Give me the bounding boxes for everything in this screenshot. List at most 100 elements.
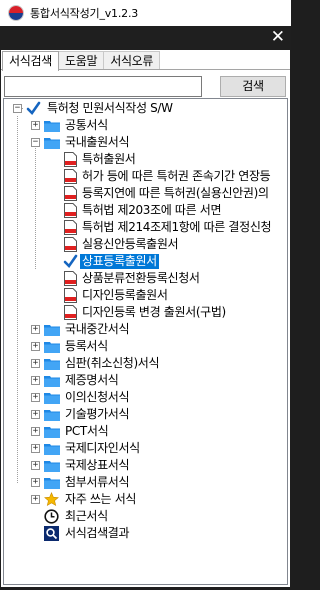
tree-label: 상품분류전환등록신청서 bbox=[82, 271, 200, 285]
tree-node-folder[interactable]: + 제증명서식 bbox=[4, 372, 287, 389]
expand-toggle[interactable]: + bbox=[31, 461, 40, 470]
expand-toggle[interactable]: + bbox=[31, 359, 40, 368]
tree-node-form[interactable]: 허가 등에 따른 특허권 존속기간 연장등 bbox=[4, 168, 287, 185]
expand-toggle[interactable]: + bbox=[31, 410, 40, 419]
tree-label: 첨부서류서식 bbox=[65, 475, 130, 489]
star-icon bbox=[44, 492, 59, 507]
document-icon bbox=[64, 152, 77, 167]
document-icon bbox=[64, 288, 77, 303]
folder-icon bbox=[44, 342, 60, 353]
tree-label: 국내중간서식 bbox=[65, 322, 130, 336]
folder-icon bbox=[44, 444, 60, 455]
tree-label: 국제디자인서식 bbox=[65, 441, 140, 455]
tree-label: 최근서식 bbox=[65, 509, 108, 523]
tree-node-folder[interactable]: + 기술평가서식 bbox=[4, 406, 287, 423]
tree-node-folder[interactable]: + 이의신청서식 bbox=[4, 389, 287, 406]
search-panel: 서식검색 도움말 서식오류 검색 − 특허청 민원서식작성 S/W + 공통서식 bbox=[1, 50, 290, 587]
tree-label: 실용신안등록출원서 bbox=[82, 237, 179, 251]
tree-node-form[interactable]: 상품분류전환등록신청서 bbox=[4, 270, 287, 287]
search-input[interactable] bbox=[4, 76, 202, 97]
document-icon bbox=[64, 237, 77, 252]
form-tree[interactable]: − 특허청 민원서식작성 S/W + 공통서식 − 국내출원서식 특허출원서 허… bbox=[3, 98, 288, 585]
check-icon bbox=[26, 101, 41, 116]
tree-node-folder[interactable]: + PCT서식 bbox=[4, 423, 287, 440]
tree-node-root[interactable]: − 특허청 민원서식작성 S/W bbox=[4, 100, 287, 117]
close-icon[interactable]: ✕ bbox=[271, 27, 285, 47]
tree-label: 자주 쓰는 서식 bbox=[65, 492, 137, 506]
tree-label: 특허출원서 bbox=[82, 152, 136, 166]
tree-node-folder[interactable]: + 국내중간서식 bbox=[4, 321, 287, 338]
document-icon bbox=[64, 203, 77, 218]
folder-icon bbox=[44, 393, 60, 404]
search-button[interactable]: 검색 bbox=[220, 76, 286, 97]
expand-toggle[interactable]: + bbox=[31, 427, 40, 436]
tree-node-folder[interactable]: − 국내출원서식 bbox=[4, 134, 287, 151]
expand-toggle[interactable]: + bbox=[31, 121, 40, 130]
clock-icon bbox=[44, 509, 59, 524]
tab-help[interactable]: 도움말 bbox=[57, 51, 105, 70]
tree-node-form[interactable]: 디자인등록 변경 출원서(구법) bbox=[4, 304, 287, 321]
tab-strip: 서식검색 도움말 서식오류 bbox=[2, 51, 161, 71]
panel-header: ✕ bbox=[0, 26, 291, 50]
document-icon bbox=[64, 220, 77, 235]
tree-node-folder[interactable]: + 첨부서류서식 bbox=[4, 474, 287, 491]
tree-node-search-results[interactable]: 서식검색결과 bbox=[4, 525, 287, 542]
tree-node-recent[interactable]: 최근서식 bbox=[4, 508, 287, 525]
folder-icon bbox=[44, 410, 60, 421]
tree-node-folder[interactable]: + 등록서식 bbox=[4, 338, 287, 355]
tree-label: 디자인등록 변경 출원서(구법) bbox=[82, 305, 226, 319]
tree-label: 특허청 민원서식작성 S/W bbox=[47, 101, 173, 115]
expand-toggle[interactable]: + bbox=[31, 478, 40, 487]
tab-form-errors[interactable]: 서식오류 bbox=[103, 51, 161, 70]
tree-label: 디자인등록출원서 bbox=[82, 288, 168, 302]
expand-toggle[interactable]: + bbox=[31, 444, 40, 453]
tree-label: 심판(취소신청)서식 bbox=[65, 356, 160, 370]
expand-toggle[interactable]: + bbox=[31, 342, 40, 351]
tree-node-folder[interactable]: + 공통서식 bbox=[4, 117, 287, 134]
tree-label: 기술평가서식 bbox=[65, 407, 130, 421]
tree-node-form-selected[interactable]: 상표등록출원서 bbox=[4, 253, 287, 270]
expand-toggle[interactable]: + bbox=[31, 393, 40, 402]
tree-node-form[interactable]: 실용신안등록출원서 bbox=[4, 236, 287, 253]
tree-label: 특허법 제214조제1항에 따른 결정신청 bbox=[82, 220, 272, 234]
tree-node-form[interactable]: 디자인등록출원서 bbox=[4, 287, 287, 304]
tree-node-form[interactable]: 특허법 제203조에 따른 서면 bbox=[4, 202, 287, 219]
folder-icon bbox=[44, 121, 60, 132]
expand-toggle[interactable]: + bbox=[31, 376, 40, 385]
folder-icon bbox=[44, 461, 60, 472]
folder-icon bbox=[44, 138, 60, 149]
tree-label: 이의신청서식 bbox=[65, 390, 130, 404]
search-icon bbox=[44, 526, 59, 541]
tree-node-form[interactable]: 특허법 제214조제1항에 따른 결정신청 bbox=[4, 219, 287, 236]
tree-node-favorites[interactable]: + 자주 쓰는 서식 bbox=[4, 491, 287, 508]
collapse-toggle[interactable]: − bbox=[13, 104, 22, 113]
document-icon bbox=[64, 305, 77, 320]
folder-icon bbox=[44, 427, 60, 438]
folder-icon bbox=[44, 376, 60, 387]
tree-label: 서식검색결과 bbox=[65, 526, 130, 540]
document-icon bbox=[64, 169, 77, 184]
check-icon bbox=[63, 254, 78, 269]
tree-node-folder[interactable]: + 심판(취소신청)서식 bbox=[4, 355, 287, 372]
title-bar: 통합서식작성기_v1.2.3 bbox=[0, 0, 291, 26]
tree-node-form[interactable]: 등록지연에 따른 특허권(실용신안권)의 bbox=[4, 185, 287, 202]
tree-label: 국제상표서식 bbox=[65, 458, 130, 472]
tree-node-form[interactable]: 특허출원서 bbox=[4, 151, 287, 168]
tab-form-search[interactable]: 서식검색 bbox=[2, 51, 59, 71]
tree-node-folder[interactable]: + 국제디자인서식 bbox=[4, 440, 287, 457]
tree-label: 특허법 제203조에 따른 서면 bbox=[82, 203, 222, 217]
expand-toggle[interactable]: + bbox=[31, 495, 40, 504]
window-title: 통합서식작성기_v1.2.3 bbox=[30, 7, 139, 20]
document-icon bbox=[64, 186, 77, 201]
folder-icon bbox=[44, 478, 60, 489]
collapse-toggle[interactable]: − bbox=[31, 138, 40, 147]
tree-label: 허가 등에 따른 특허권 존속기간 연장등 bbox=[82, 169, 271, 183]
folder-icon bbox=[44, 359, 60, 370]
tree-label: PCT서식 bbox=[65, 424, 109, 438]
folder-icon bbox=[44, 325, 60, 336]
tree-label: 등록서식 bbox=[65, 339, 108, 353]
document-icon bbox=[64, 271, 77, 286]
tree-node-folder[interactable]: + 국제상표서식 bbox=[4, 457, 287, 474]
tree-label: 상표등록출원서 bbox=[79, 253, 160, 270]
expand-toggle[interactable]: + bbox=[31, 325, 40, 334]
